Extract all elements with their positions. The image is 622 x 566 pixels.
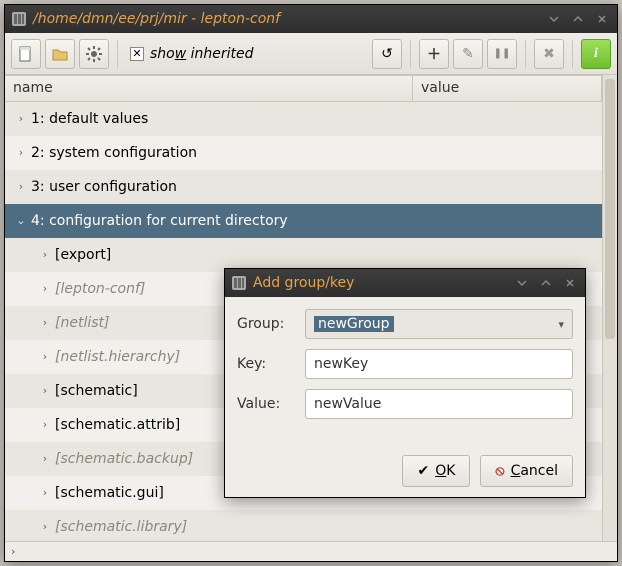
toolbar-separator	[525, 40, 526, 68]
tree-row-label: [schematic.library]	[55, 519, 187, 535]
dialog-icon	[231, 275, 247, 291]
dialog-minimize-button[interactable]	[513, 276, 531, 290]
checkbox-box: ✕	[130, 47, 144, 61]
ok-button[interactable]: ✔ OK	[402, 455, 470, 487]
expander-icon[interactable]: ›	[39, 486, 51, 499]
reload-icon: ↺	[381, 46, 393, 62]
info-icon: i	[594, 46, 598, 62]
edit-button[interactable]: ✎	[453, 39, 483, 69]
tree-row[interactable]: › [export]	[5, 238, 602, 272]
expander-icon[interactable]: ›	[39, 384, 51, 397]
key-value: newKey	[314, 356, 368, 372]
add-button[interactable]: ＋	[419, 39, 449, 69]
expander-icon[interactable]: ›	[39, 520, 51, 533]
expander-icon[interactable]: ›	[39, 452, 51, 465]
tree-row[interactable]: › 3: user configuration	[5, 170, 602, 204]
tree-row[interactable]: ⌄ 4: configuration for current directory	[5, 204, 602, 238]
tree-row[interactable]: › 1: default values	[5, 102, 602, 136]
dialog-maximize-button[interactable]	[537, 276, 555, 290]
tree-row-label: 1: default values	[31, 111, 148, 127]
new-file-button[interactable]	[11, 39, 41, 69]
cancel-icon: ⦸	[495, 463, 504, 479]
tree-row[interactable]: › 2: system configuration	[5, 136, 602, 170]
toolbar: ✕ show inherited ↺ ＋ ✎ ❚❚ ✖ i	[5, 33, 617, 75]
tree-header: name value	[5, 76, 602, 102]
expander-icon[interactable]: ›	[15, 180, 27, 193]
group-row: Group: newGroup ▾	[237, 309, 573, 339]
toolbar-separator	[410, 40, 411, 68]
show-inherited-checkbox[interactable]: ✕ show inherited	[126, 46, 258, 62]
reload-button[interactable]: ↺	[372, 39, 402, 69]
value-label: Value:	[237, 396, 295, 412]
vertical-scrollbar[interactable]	[602, 75, 617, 541]
dialog-buttons: ✔ OK ⦸ Cancel	[237, 455, 573, 487]
tree-row[interactable]: › [schematic.library]	[5, 510, 602, 541]
column-value[interactable]: value	[413, 76, 602, 101]
dialog-close-button[interactable]	[561, 276, 579, 290]
tree-row-label: 4: configuration for current directory	[31, 213, 288, 229]
tree-row-label: [export]	[55, 247, 111, 263]
column-name[interactable]: name	[5, 76, 413, 101]
settings-button[interactable]	[79, 39, 109, 69]
expander-icon[interactable]: ⌄	[15, 214, 27, 227]
dialog-title: Add group/key	[253, 275, 507, 291]
expander-icon[interactable]: ›	[39, 418, 51, 431]
tree-row-label: [netlist]	[55, 315, 109, 331]
maximize-button[interactable]	[569, 12, 587, 26]
main-titlebar[interactable]: /home/dmn/ee/prj/mir - lepton-conf	[5, 5, 617, 33]
minimize-button[interactable]	[545, 12, 563, 26]
expander-icon[interactable]: ›	[39, 350, 51, 363]
key-input[interactable]: newKey	[305, 349, 573, 379]
value-input[interactable]: newValue	[305, 389, 573, 419]
group-combobox[interactable]: newGroup ▾	[305, 309, 573, 339]
edit-icon: ✎	[462, 46, 474, 62]
show-inherited-label: show inherited	[150, 46, 254, 62]
close-button[interactable]	[593, 12, 611, 26]
key-row: Key: newKey	[237, 349, 573, 379]
pause-icon: ❚❚	[494, 48, 511, 59]
delete-icon: ✖	[543, 46, 555, 62]
toggle-button[interactable]: ❚❚	[487, 39, 517, 69]
scrollbar-thumb[interactable]	[605, 79, 615, 339]
dialog-titlebar[interactable]: Add group/key	[225, 269, 585, 297]
expander-icon[interactable]: ›	[39, 282, 51, 295]
ok-label: OK	[435, 463, 455, 479]
tree-row-label: [schematic.backup]	[55, 451, 193, 467]
tree-row-label: 3: user configuration	[31, 179, 177, 195]
cancel-label: Cancel	[511, 463, 558, 479]
expander-icon[interactable]: ›	[39, 248, 51, 261]
expander-icon[interactable]: ›	[15, 112, 27, 125]
cancel-button[interactable]: ⦸ Cancel	[480, 455, 573, 487]
app-icon	[11, 11, 27, 27]
tree-row-label: [netlist.hierarchy]	[55, 349, 180, 365]
delete-button[interactable]: ✖	[534, 39, 564, 69]
value-value: newValue	[314, 396, 381, 412]
expander-icon[interactable]: ›	[15, 146, 27, 159]
chevron-down-icon: ▾	[558, 318, 564, 331]
tree-row-label: 2: system configuration	[31, 145, 197, 161]
key-label: Key:	[237, 356, 295, 372]
value-row: Value: newValue	[237, 389, 573, 419]
check-icon: ✔	[417, 463, 429, 479]
tree-row-label: [lepton-conf]	[55, 281, 145, 297]
add-icon: ＋	[427, 44, 441, 64]
add-group-key-dialog: Add group/key Group: newGroup ▾ Key: new…	[224, 268, 586, 498]
statusbar: ›	[5, 541, 617, 561]
tree-row-label: [schematic.gui]	[55, 485, 164, 501]
tree-row-label: [schematic]	[55, 383, 138, 399]
expander-icon[interactable]: ›	[39, 316, 51, 329]
dialog-client: Group: newGroup ▾ Key: newKey Value: new…	[225, 297, 585, 497]
toolbar-separator	[117, 40, 118, 68]
group-label: Group:	[237, 316, 295, 332]
open-folder-button[interactable]	[45, 39, 75, 69]
group-value: newGroup	[314, 316, 394, 332]
main-window-title: /home/dmn/ee/prj/mir - lepton-conf	[33, 11, 539, 27]
toolbar-separator	[572, 40, 573, 68]
status-chevron-icon: ›	[11, 545, 15, 558]
tree-row-label: [schematic.attrib]	[55, 417, 180, 433]
info-button[interactable]: i	[581, 39, 611, 69]
